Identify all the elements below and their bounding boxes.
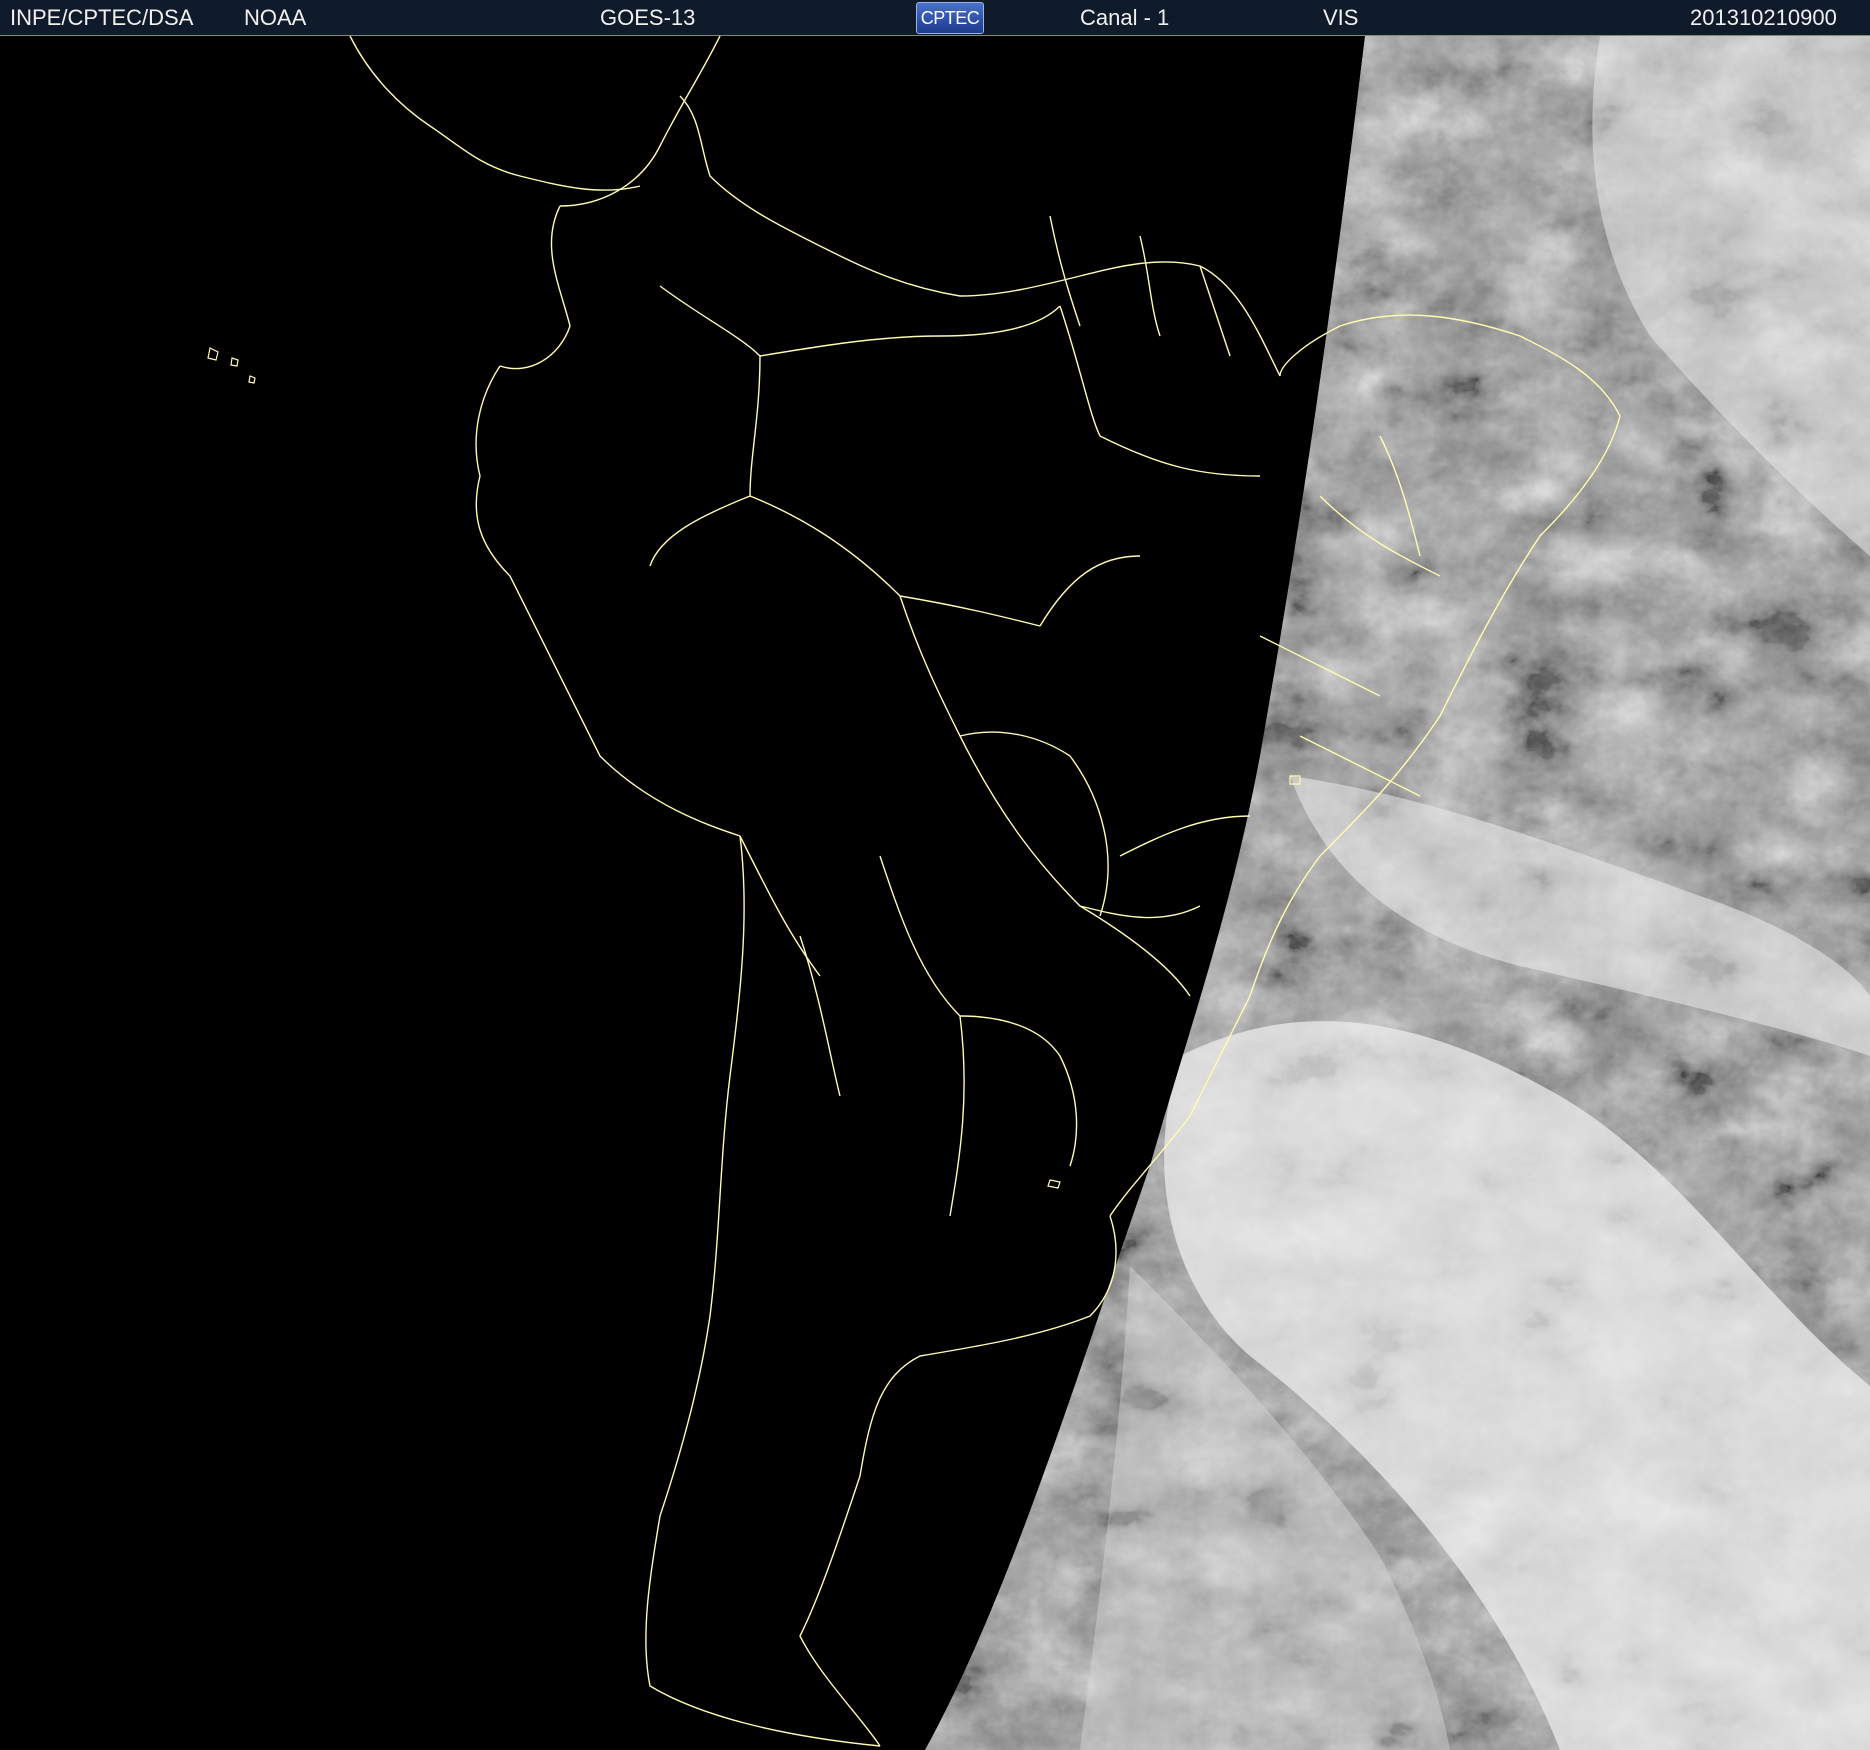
agency-label: NOAA: [244, 5, 307, 30]
satellite-image: [0, 36, 1870, 1750]
band-label: VIS: [1323, 5, 1359, 30]
channel-label: Canal - 1: [1080, 5, 1170, 30]
satellite-label: GOES-13: [600, 5, 696, 30]
cptec-logo: CPTEC: [916, 2, 984, 34]
logo-text: CPTEC: [920, 8, 980, 28]
org-label: INPE/CPTEC/DSA: [10, 5, 194, 30]
timestamp-label: 201310210900: [1690, 5, 1837, 30]
header-bar: INPE/CPTEC/DSA NOAA GOES-13 CPTEC Canal …: [0, 0, 1870, 36]
satellite-map-svg: [0, 36, 1870, 1750]
